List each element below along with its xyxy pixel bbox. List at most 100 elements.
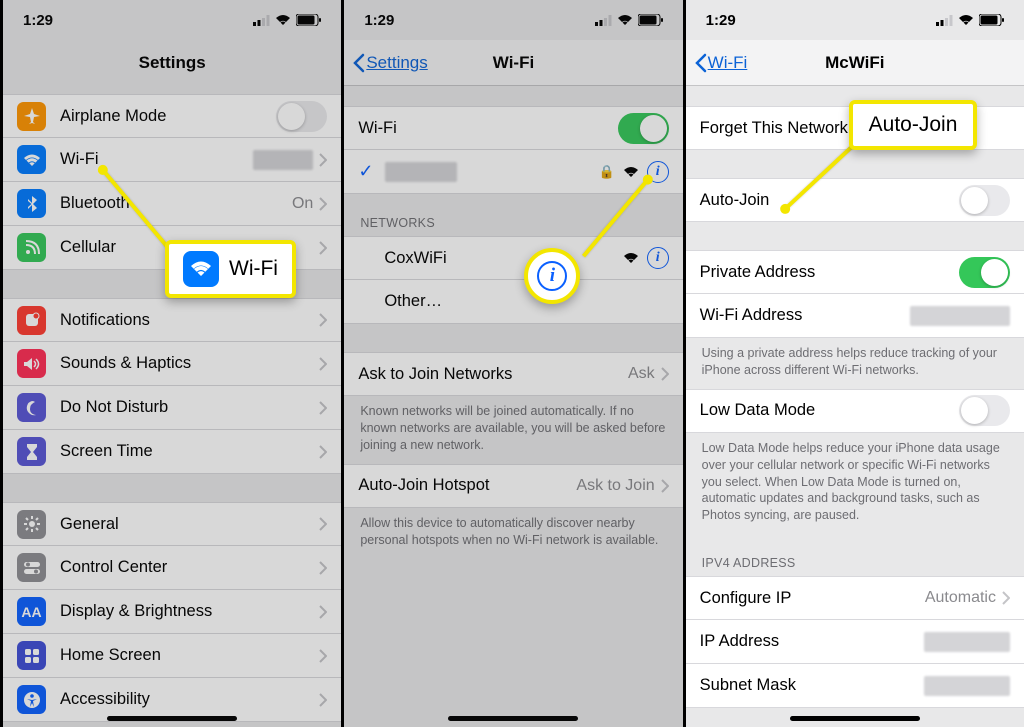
- autojoin-callout-label: Auto-Join: [869, 113, 958, 137]
- row-label: Accessibility: [60, 690, 319, 709]
- info-icon[interactable]: i: [647, 247, 669, 269]
- chevron-left-icon: [694, 53, 708, 73]
- configure-ip-row[interactable]: Configure IP Automatic: [686, 576, 1024, 620]
- cell-icon: [17, 233, 46, 262]
- airplane-icon: [17, 102, 46, 131]
- info-icon: i: [537, 261, 567, 291]
- wifi-toggle[interactable]: [618, 113, 669, 144]
- aa-icon: AA: [17, 597, 46, 626]
- acc-icon: [17, 685, 46, 714]
- back-label: Wi-Fi: [708, 53, 748, 73]
- status-bar: 1:29: [686, 0, 1024, 40]
- page-title: Wi-Fi: [493, 53, 534, 73]
- back-label: Settings: [366, 53, 427, 73]
- settings-row[interactable]: Home Screen: [3, 634, 341, 678]
- page-title: McWiFi: [825, 53, 884, 73]
- chevron-right-icon: [319, 313, 327, 327]
- battery-icon: [296, 14, 321, 26]
- notif-icon: [17, 306, 46, 335]
- home-indicator[interactable]: [448, 716, 578, 721]
- home-indicator[interactable]: [107, 716, 237, 721]
- private-address-row[interactable]: Private Address: [686, 250, 1024, 294]
- private-label: Private Address: [700, 263, 959, 282]
- wifi-address-row: Wi-Fi Address: [686, 294, 1024, 338]
- auto-join-toggle[interactable]: [959, 185, 1010, 216]
- status-time: 1:29: [706, 12, 736, 29]
- wifi-label: Wi-Fi: [358, 119, 617, 138]
- wifi-icon: [183, 251, 219, 287]
- bt-icon: [17, 189, 46, 218]
- row-label: Sounds & Haptics: [60, 354, 319, 373]
- wifi-callout: Wi-Fi: [165, 240, 296, 298]
- lowdata-toggle[interactable]: [959, 395, 1010, 426]
- settings-row[interactable]: Do Not Disturb: [3, 386, 341, 430]
- wifi-icon: [617, 14, 633, 26]
- ask-to-join-row[interactable]: Ask to Join Networks Ask: [344, 352, 682, 396]
- configip-value: Automatic: [925, 589, 996, 607]
- network-row[interactable]: CoxWiFi i: [344, 236, 682, 280]
- connected-network-row[interactable]: ✓ 🔒 i: [344, 150, 682, 194]
- cell-signal-icon: [595, 15, 612, 26]
- row-label: Display & Brightness: [60, 602, 319, 621]
- nav-header: Settings Wi-Fi: [344, 40, 682, 86]
- settings-row[interactable]: Screen Time: [3, 430, 341, 474]
- private-toggle[interactable]: [959, 257, 1010, 288]
- home-indicator[interactable]: [790, 716, 920, 721]
- row-label: Notifications: [60, 311, 319, 330]
- chevron-left-icon: [352, 53, 366, 73]
- back-button[interactable]: Settings: [352, 40, 427, 85]
- row-label: Screen Time: [60, 442, 319, 461]
- status-bar: 1:29: [344, 0, 682, 40]
- autojoin-callout: Auto-Join: [849, 100, 978, 150]
- settings-row[interactable]: Wi-Fi: [3, 138, 341, 182]
- row-value: On: [292, 195, 313, 213]
- settings-row[interactable]: BluetoothOn: [3, 182, 341, 226]
- subnet-label: Subnet Mask: [700, 676, 924, 695]
- battery-icon: [979, 14, 1004, 26]
- chevron-right-icon: [661, 367, 669, 381]
- settings-row[interactable]: AA Display & Brightness: [3, 590, 341, 634]
- row-label: Control Center: [60, 558, 319, 577]
- other-label: Other…: [384, 292, 668, 311]
- settings-row[interactable]: Control Center: [3, 546, 341, 590]
- settings-row[interactable]: Notifications: [3, 298, 341, 342]
- status-right: [253, 14, 321, 26]
- settings-row[interactable]: Airplane Mode: [3, 94, 341, 138]
- chevron-right-icon: [319, 241, 327, 255]
- wifi-icon: [17, 145, 46, 174]
- cc-icon: [17, 553, 46, 582]
- wifi-toggle-row[interactable]: Wi-Fi: [344, 106, 682, 150]
- status-bar: 1:29: [3, 0, 341, 40]
- ipv4-header: IPV4 ADDRESS: [686, 534, 1024, 576]
- other-network-row[interactable]: Other…: [344, 280, 682, 324]
- settings-row[interactable]: Sounds & Haptics: [3, 342, 341, 386]
- lock-icon: 🔒: [598, 164, 614, 180]
- auto-join-hotspot-row[interactable]: Auto-Join Hotspot Ask to Join: [344, 464, 682, 508]
- time-icon: [17, 437, 46, 466]
- airplane-toggle[interactable]: [276, 101, 327, 132]
- settings-row[interactable]: General: [3, 502, 341, 546]
- chevron-right-icon: [319, 517, 327, 531]
- cell-signal-icon: [253, 15, 270, 26]
- chevron-right-icon: [319, 649, 327, 663]
- auto-join-row[interactable]: Auto-Join: [686, 178, 1024, 222]
- low-data-row[interactable]: Low Data Mode: [686, 389, 1024, 433]
- chevron-right-icon: [1002, 591, 1010, 605]
- lowdata-footer: Low Data Mode helps reduce your iPhone d…: [686, 433, 1024, 534]
- moon-icon: [17, 393, 46, 422]
- chevron-right-icon: [319, 605, 327, 619]
- ask-label: Ask to Join Networks: [358, 365, 628, 384]
- wifi-signal-icon: [623, 166, 639, 178]
- ip-address-row: IP Address: [686, 620, 1024, 664]
- status-right: [595, 14, 663, 26]
- back-button[interactable]: Wi-Fi: [694, 40, 748, 85]
- auto-value: Ask to Join: [576, 477, 654, 495]
- row-label: Airplane Mode: [60, 107, 276, 126]
- chevron-right-icon: [319, 401, 327, 415]
- check-icon: ✓: [358, 161, 373, 182]
- wifi-icon: [275, 14, 291, 26]
- row-label: Bluetooth: [60, 194, 292, 213]
- ipaddr-label: IP Address: [700, 632, 924, 651]
- info-callout: i: [524, 248, 580, 304]
- subnet-redacted: [924, 676, 1010, 696]
